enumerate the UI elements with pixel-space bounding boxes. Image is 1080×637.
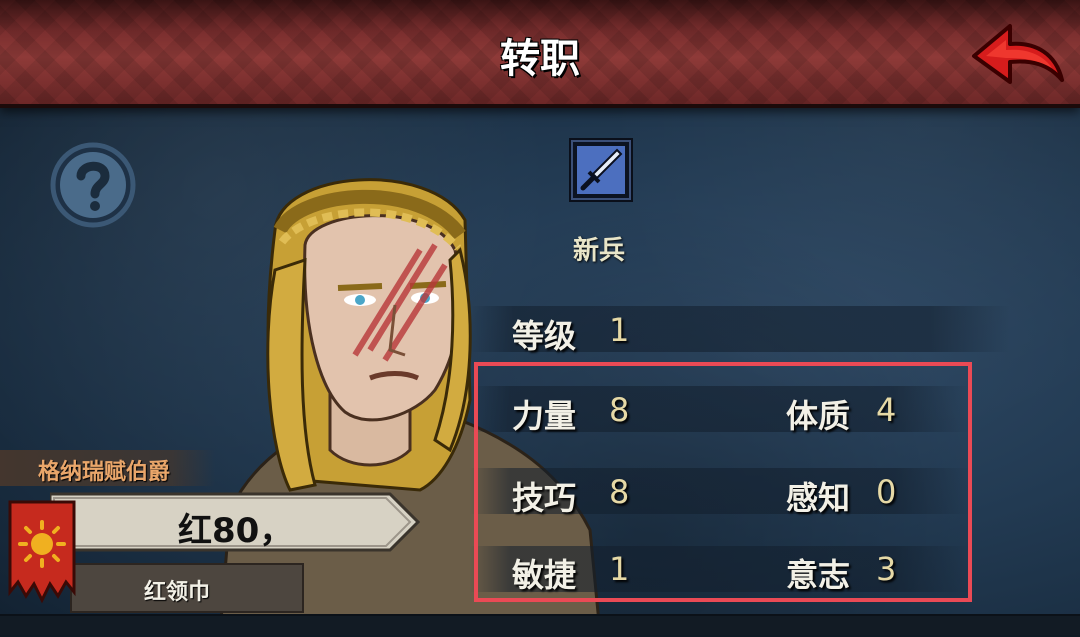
stats-highlight-box: [474, 362, 972, 602]
sun-banner-icon: [8, 500, 76, 604]
page-title: 转职: [500, 36, 580, 82]
faction-flag: [8, 500, 76, 604]
lord-title: 格纳瑞赋伯爵: [38, 460, 171, 485]
back-button[interactable]: [970, 20, 1066, 92]
character-name: 红80，: [178, 511, 294, 551]
lord-title-bar: 格纳瑞赋伯爵: [0, 450, 215, 486]
character-nickname: 红领巾: [144, 580, 211, 605]
class-icon-frame[interactable]: [571, 140, 631, 200]
dagger-icon: [577, 146, 625, 194]
class-name: 新兵: [572, 236, 625, 266]
footer-bar: [0, 614, 1080, 635]
back-arrow-icon: [972, 24, 1064, 84]
question-icon: [50, 142, 136, 228]
level-value: 1: [609, 311, 630, 349]
help-button[interactable]: [50, 142, 136, 228]
level-label: 等级: [512, 317, 577, 355]
